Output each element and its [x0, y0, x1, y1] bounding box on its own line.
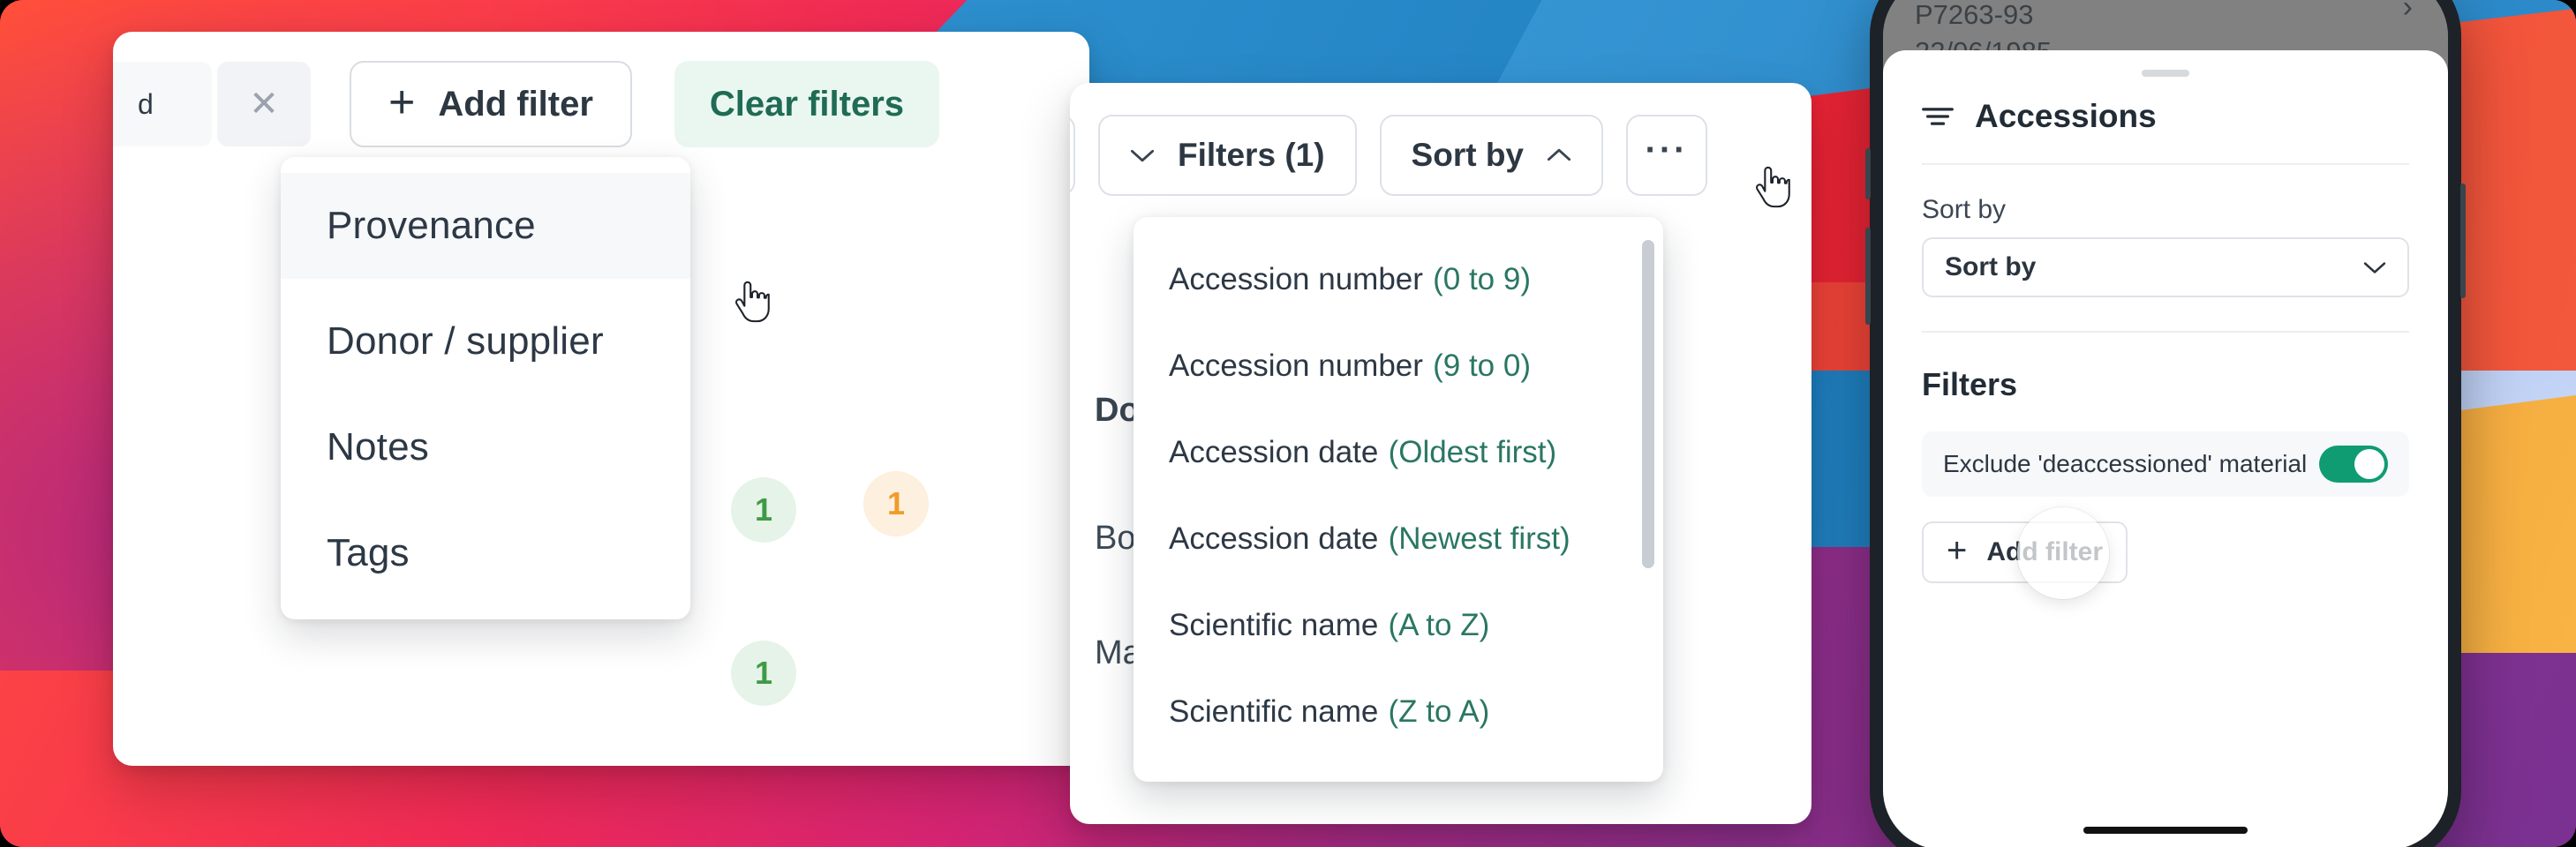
- add-filter-button[interactable]: + Add filter: [350, 61, 632, 147]
- sort-option-accession-date-oldest[interactable]: Accession date (Oldest first): [1134, 409, 1663, 496]
- overflow-menu-button[interactable]: ···: [1626, 115, 1708, 196]
- sort-option-scientific-name-za[interactable]: Scientific name (Z to A): [1134, 669, 1663, 755]
- sort-option-name: Scientific name: [1169, 608, 1379, 642]
- phone-bottom-sheet: Accessions Sort by Sort by Filters Exclu…: [1883, 50, 2448, 847]
- sheet-title: Accessions: [1975, 98, 2157, 134]
- add-filter-menu-item-label: Donor / supplier: [327, 319, 604, 363]
- sort-option-qualifier: (Newest first): [1388, 521, 1570, 556]
- add-filter-menu-item-label: Notes: [327, 425, 429, 468]
- add-filter-menu-item-tags[interactable]: Tags: [281, 510, 690, 596]
- sort-by-menu[interactable]: Accession number (0 to 9) Accession numb…: [1134, 217, 1663, 782]
- sort-by-select-value: Sort by: [1945, 252, 2037, 281]
- active-filter-chip-label: d: [138, 87, 154, 120]
- add-filter-menu-item-label: Provenance: [327, 204, 536, 247]
- sort-by-select[interactable]: Sort by: [1922, 237, 2409, 297]
- add-filter-menu-item-provenance[interactable]: Provenance: [281, 173, 690, 279]
- toggle-knob: [2354, 449, 2384, 479]
- mouse-pointer-hand-cursor: [1755, 166, 1790, 208]
- accession-list-window: Do Bol Ma Filters (1) Sort by ··· Access…: [1070, 83, 1811, 824]
- overflow-menu-icon: ···: [1645, 130, 1689, 169]
- sheet-divider: [1922, 163, 2409, 165]
- sort-option-qualifier: (Z to A): [1388, 694, 1490, 729]
- count-badge: 1: [863, 471, 929, 536]
- sort-by-button-label: Sort by: [1411, 137, 1525, 173]
- sort-option-qualifier: (A to Z): [1388, 608, 1490, 642]
- clear-filters-button-label: Clear filters: [709, 84, 905, 124]
- phone-side-button: [2460, 184, 2466, 298]
- screenshot-stage: d ✕ + Add filter Clear filters 1 1 1 Pro…: [0, 0, 2576, 847]
- chevron-up-icon: [1547, 148, 1571, 161]
- clear-filters-button[interactable]: Clear filters: [674, 61, 940, 147]
- menu-spacer: [281, 279, 690, 298]
- count-badge-value: 1: [886, 485, 906, 521]
- sort-option-scientific-name-az[interactable]: Scientific name (A to Z): [1134, 582, 1663, 669]
- sheet-drag-handle[interactable]: [2142, 70, 2189, 77]
- phone-mockup: Tillandsia usneoides P7263-93 22/06/1985…: [1865, 0, 2466, 847]
- active-filter-chip[interactable]: d: [113, 62, 212, 146]
- home-indicator: [2083, 827, 2248, 834]
- add-filter-button-label: Add filter: [438, 84, 593, 124]
- chevron-right-icon: ›: [2402, 0, 2413, 24]
- menu-spacer: [281, 491, 690, 510]
- plus-icon: +: [1947, 531, 1968, 570]
- add-filter-menu[interactable]: Provenance Donor / supplier Notes Tags: [281, 157, 690, 619]
- chevron-down-icon: [2363, 262, 2386, 274]
- filter-toolbar-window: d ✕ + Add filter Clear filters 1 1 1 Pro…: [113, 32, 1089, 766]
- add-filter-menu-item-notes[interactable]: Notes: [281, 404, 690, 491]
- filters-button-label: Filters (1): [1178, 137, 1325, 173]
- search-button[interactable]: [1070, 115, 1075, 196]
- filter-toolbar: d ✕ + Add filter Clear filters: [113, 61, 940, 147]
- close-icon[interactable]: ✕: [217, 62, 311, 146]
- record-accession-number: P7263-93: [1915, 0, 2034, 30]
- sort-option-qualifier: (9 to 0): [1433, 349, 1531, 383]
- sort-option-qualifier: (0 to 9): [1433, 262, 1531, 296]
- sort-by-label: Sort by: [1922, 195, 2007, 224]
- sort-option-name: Accession date: [1169, 435, 1379, 469]
- sheet-divider: [1922, 331, 2409, 333]
- add-filter-menu-item-label: Tags: [327, 531, 410, 574]
- phone-screen: Tillandsia usneoides P7263-93 22/06/1985…: [1883, 0, 2448, 847]
- sort-option-name: Accession date: [1169, 521, 1379, 556]
- filter-lines-icon: [1922, 108, 1954, 125]
- sort-menu-scrollbar[interactable]: [1642, 240, 1654, 568]
- exclude-deaccessioned-toggle[interactable]: [2319, 446, 2388, 483]
- tap-ripple: [2017, 507, 2109, 599]
- list-toolbar: Filters (1) Sort by ···: [1070, 115, 1708, 196]
- chevron-down-icon: [1130, 149, 1155, 162]
- sheet-header: Accessions: [1922, 98, 2157, 135]
- menu-spacer: [281, 385, 690, 404]
- add-filter-menu-item-donor-supplier[interactable]: Donor / supplier: [281, 298, 690, 385]
- count-badge: 1: [731, 477, 796, 543]
- exclude-deaccessioned-label: Exclude 'deaccessioned' material: [1943, 450, 2308, 477]
- sort-option-accession-number-desc[interactable]: Accession number (9 to 0): [1134, 323, 1663, 409]
- sort-option-qualifier: (Oldest first): [1388, 435, 1557, 469]
- count-badge-value: 1: [754, 491, 773, 528]
- sort-option-accession-date-newest[interactable]: Accession date (Newest first): [1134, 496, 1663, 582]
- mouse-pointer-hand-cursor: [734, 281, 770, 323]
- count-badge: 1: [731, 641, 796, 706]
- sort-option-accession-number-asc[interactable]: Accession number (0 to 9): [1134, 236, 1663, 323]
- sort-by-button[interactable]: Sort by: [1379, 115, 1604, 196]
- filters-button[interactable]: Filters (1): [1098, 115, 1357, 196]
- count-badge-value: 1: [754, 655, 773, 691]
- filters-section-title: Filters: [1922, 366, 2018, 402]
- exclude-deaccessioned-row[interactable]: Exclude 'deaccessioned' material: [1922, 431, 2409, 497]
- sort-option-name: Scientific name: [1169, 694, 1379, 729]
- sort-option-name: Accession number: [1169, 262, 1423, 296]
- sort-option-name: Accession number: [1169, 349, 1423, 383]
- plus-icon: +: [388, 77, 416, 128]
